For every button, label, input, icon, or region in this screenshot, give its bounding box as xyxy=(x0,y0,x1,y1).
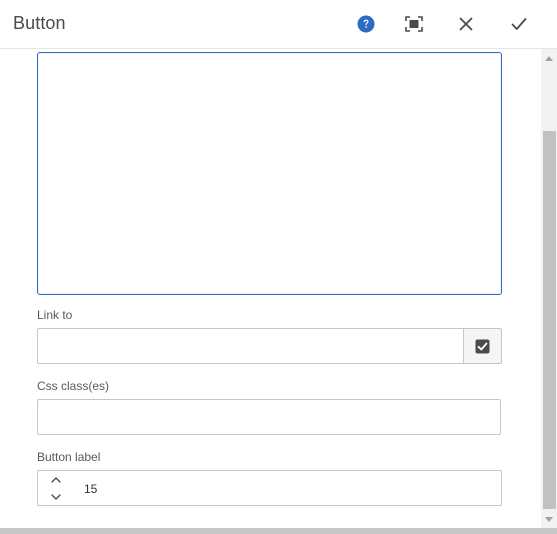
link-to-label: Link to xyxy=(37,308,73,322)
vertical-scrollbar[interactable] xyxy=(541,49,557,528)
css-class-input[interactable] xyxy=(37,399,501,435)
triangle-up-icon xyxy=(545,55,553,61)
css-class-label: Css class(es) xyxy=(37,379,110,393)
dialog-header: Button xyxy=(0,0,557,49)
help-button[interactable] xyxy=(353,11,379,37)
fullscreen-button[interactable] xyxy=(401,11,427,37)
help-icon xyxy=(357,15,375,33)
dialog-title: Button xyxy=(13,13,66,33)
scroll-up-button[interactable] xyxy=(541,51,557,65)
decrement-button[interactable] xyxy=(38,488,73,505)
triangle-down-icon xyxy=(545,516,553,522)
button-label-label: Button label xyxy=(37,450,101,464)
dialog-content: Link to Css class(es) Button label 15 xyxy=(0,49,541,528)
close-button[interactable] xyxy=(453,11,479,37)
done-button[interactable] xyxy=(506,11,532,37)
button-dialog: Button Link to Css class(es) Button labe… xyxy=(0,0,557,534)
close-icon xyxy=(459,17,473,31)
scroll-thumb[interactable] xyxy=(543,131,556,509)
rich-text-editor[interactable] xyxy=(37,52,502,295)
chevron-down-icon xyxy=(50,493,61,500)
scroll-down-button[interactable] xyxy=(541,512,557,526)
dialog-bottom-edge xyxy=(0,528,557,534)
button-label-input[interactable]: 15 xyxy=(73,470,502,506)
checkbox-checked-icon xyxy=(475,339,490,353)
check-icon xyxy=(511,18,527,30)
button-label-value: 15 xyxy=(84,482,98,496)
increment-button[interactable] xyxy=(38,471,73,488)
fullscreen-icon xyxy=(405,16,423,32)
number-stepper xyxy=(37,470,74,506)
link-browse-button[interactable] xyxy=(463,328,502,364)
link-to-input[interactable] xyxy=(37,328,465,364)
chevron-up-icon xyxy=(50,476,61,483)
